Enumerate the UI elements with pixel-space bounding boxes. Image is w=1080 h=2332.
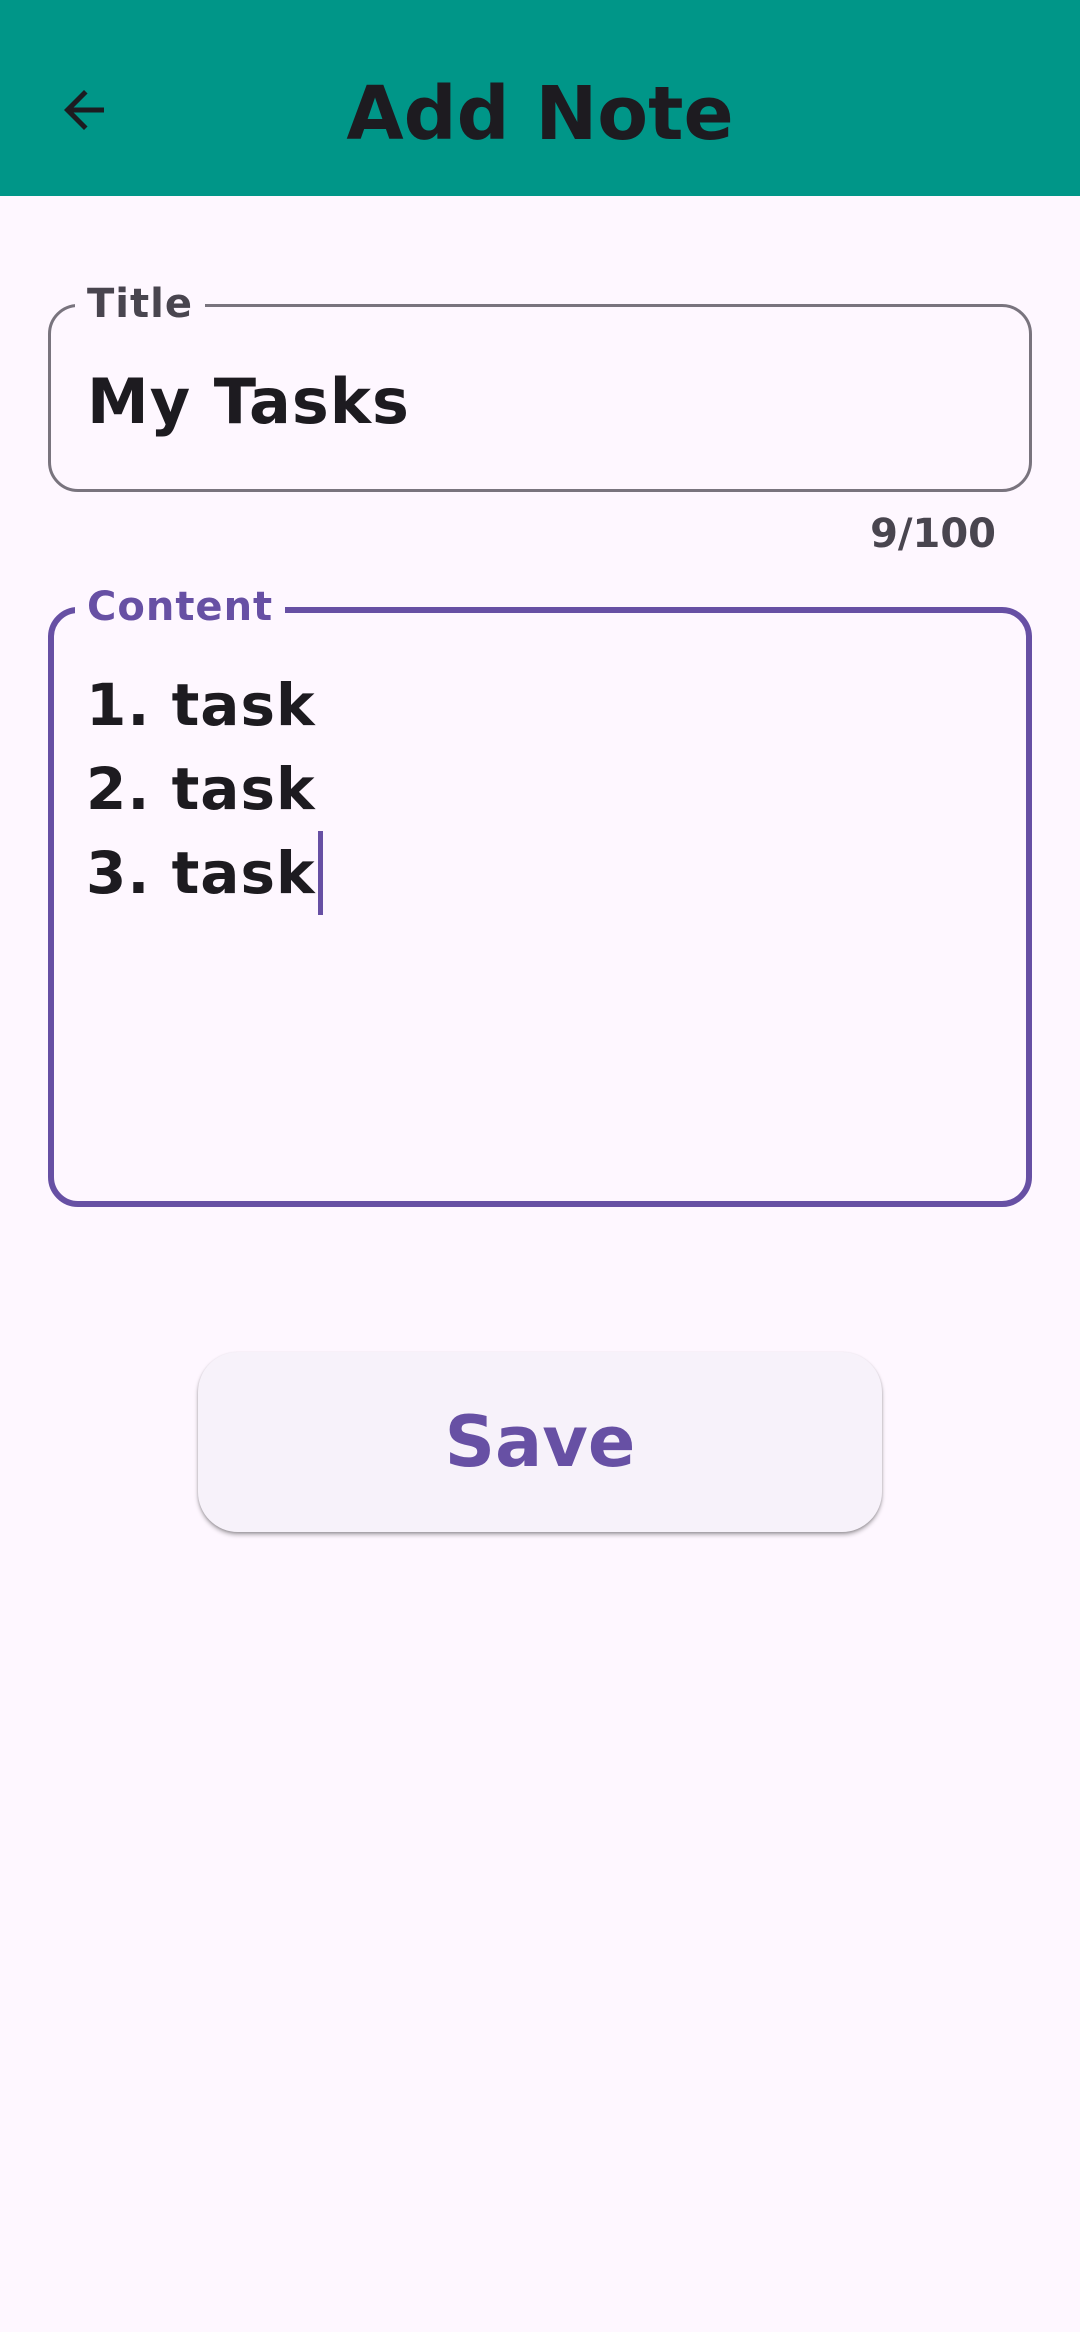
content-line-text: 2. task xyxy=(86,755,316,823)
title-field-label: Title xyxy=(75,279,205,329)
title-character-counter: 9/100 xyxy=(870,511,996,557)
content-line: 1. task xyxy=(86,663,323,747)
content-field-label: Content xyxy=(75,582,286,632)
app-bar: Add Note xyxy=(0,0,1080,196)
content-line-text: 1. task xyxy=(86,671,316,739)
content-line-text: 3. task xyxy=(86,839,316,907)
content-line: 2. task xyxy=(86,747,323,831)
content-field[interactable]: Content 1. task 2. task 3. task xyxy=(48,582,1032,1207)
text-cursor xyxy=(317,831,323,915)
content-line: 3. task xyxy=(86,831,323,915)
title-field[interactable]: Title My Tasks xyxy=(48,279,1032,492)
title-input-value[interactable]: My Tasks xyxy=(87,357,410,447)
page-title: Add Note xyxy=(346,71,734,157)
save-button[interactable]: Save xyxy=(198,1352,882,1532)
content-textarea[interactable]: 1. task 2. task 3. task xyxy=(86,663,323,915)
